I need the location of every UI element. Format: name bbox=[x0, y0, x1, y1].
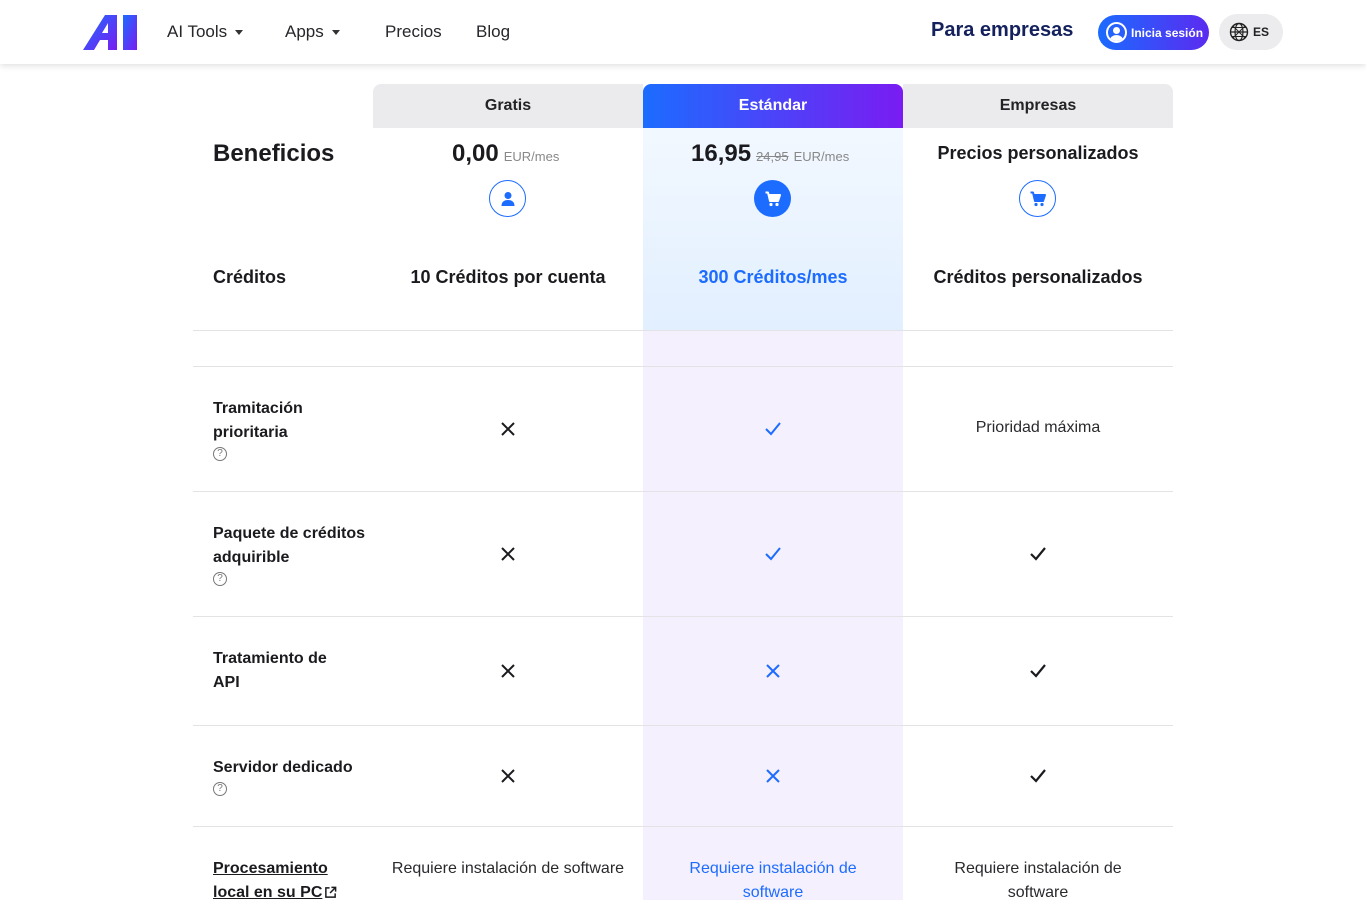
cross-icon bbox=[501, 547, 515, 561]
check-icon bbox=[765, 547, 781, 561]
feature-label-priority: Tramitación prioritaria ? bbox=[213, 397, 373, 461]
feature-label-dedicated-server: Servidor dedicado ? bbox=[213, 756, 373, 796]
price-gratis: 0,00 EUR/mes bbox=[452, 140, 559, 168]
price-estandar-unit: EUR/mes bbox=[793, 149, 850, 164]
feature-label-credit-pack-text: Paquete de créditos adquirible bbox=[213, 525, 366, 566]
feature-label-api: Tratamiento de API bbox=[213, 647, 373, 695]
nav-ai-tools-label: AI Tools bbox=[167, 22, 228, 41]
feature-label-priority-text: Tramitación prioritaria bbox=[213, 400, 303, 441]
credits-estandar: 300 Créditos/mes bbox=[698, 267, 848, 287]
check-icon bbox=[765, 422, 781, 436]
credits-empresas: Créditos personalizados bbox=[933, 267, 1143, 287]
check-icon bbox=[1030, 664, 1046, 678]
plan-header-gratis: Gratis bbox=[373, 84, 643, 128]
feature-label-api-text: Tratamiento de API bbox=[213, 650, 327, 691]
help-icon[interactable]: ? bbox=[213, 572, 227, 586]
cart-icon bbox=[1030, 191, 1046, 206]
feature-label-dedicated-server-text: Servidor dedicado bbox=[213, 759, 353, 776]
local-processing-link[interactable]: Procesamiento local en su PC bbox=[213, 857, 338, 900]
nav-precios-label: Precios bbox=[385, 22, 442, 41]
plan-header-estandar: Estándar bbox=[643, 84, 903, 128]
nav-blog-label: Blog bbox=[476, 22, 511, 41]
cross-icon bbox=[501, 664, 515, 678]
top-header: AI Tools Apps Precios Blog Para empresas… bbox=[0, 0, 1366, 64]
priority-empresas-text: Prioridad máxima bbox=[975, 419, 1101, 436]
standard-column-body bbox=[643, 330, 903, 900]
cross-icon bbox=[501, 422, 515, 436]
benefits-title: Beneficios bbox=[213, 140, 335, 167]
row-divider bbox=[193, 491, 1173, 492]
plan-gratis-user-icon[interactable] bbox=[489, 180, 526, 217]
user-icon bbox=[1106, 22, 1127, 43]
login-button[interactable]: Inicia sesión bbox=[1098, 15, 1209, 50]
language-code: ES bbox=[1253, 25, 1270, 39]
row-divider bbox=[193, 330, 1173, 331]
cart-icon bbox=[765, 191, 781, 206]
plan-estandar-cart-icon[interactable] bbox=[754, 180, 791, 217]
row-divider bbox=[193, 366, 1173, 367]
row-divider bbox=[193, 725, 1173, 726]
price-empresas: Precios personalizados bbox=[937, 143, 1139, 163]
feature-label-local-processing[interactable]: Procesamiento local en su PC bbox=[213, 857, 373, 900]
cross-icon bbox=[766, 664, 780, 678]
nav-apps-label: Apps bbox=[285, 22, 324, 41]
cross-icon bbox=[501, 769, 515, 783]
app-logo[interactable] bbox=[83, 15, 138, 50]
nav-ai-tools[interactable]: AI Tools bbox=[167, 21, 244, 43]
chevron-down-icon bbox=[331, 29, 340, 35]
row-divider bbox=[193, 616, 1173, 617]
local-estandar-text: Requiere instalación de software bbox=[689, 860, 857, 900]
credits-label: Créditos bbox=[213, 267, 287, 287]
globe-icon bbox=[1229, 22, 1249, 42]
row-divider bbox=[193, 826, 1173, 827]
cross-icon bbox=[766, 769, 780, 783]
login-label: Inicia sesión bbox=[1131, 25, 1204, 40]
chevron-down-icon bbox=[235, 29, 244, 35]
check-icon bbox=[1030, 547, 1046, 561]
external-link-icon[interactable] bbox=[324, 886, 337, 899]
nav-blog[interactable]: Blog bbox=[476, 21, 510, 43]
user-icon bbox=[501, 191, 514, 206]
plan-header-empresas: Empresas bbox=[903, 84, 1173, 128]
plan-empresas-cart-icon[interactable] bbox=[1019, 180, 1056, 217]
help-icon[interactable]: ? bbox=[213, 782, 227, 796]
nav-apps[interactable]: Apps bbox=[285, 21, 340, 43]
price-gratis-amount: 0,00 bbox=[452, 140, 499, 167]
price-estandar-old: 24,95 bbox=[756, 149, 789, 164]
nav-precios[interactable]: Precios bbox=[385, 21, 442, 43]
check-icon bbox=[1030, 769, 1046, 783]
price-estandar-amount: 16,95 bbox=[691, 140, 752, 167]
feature-label-credit-pack: Paquete de créditos adquirible ? bbox=[213, 522, 373, 586]
local-gratis-text: Requiere instalación de software bbox=[391, 860, 625, 877]
enterprise-link[interactable]: Para empresas bbox=[931, 19, 1073, 42]
local-empresas-text: Requiere instalación de software bbox=[954, 860, 1122, 900]
price-gratis-unit: EUR/mes bbox=[503, 149, 560, 164]
credits-gratis: 10 Créditos por cuenta bbox=[410, 267, 606, 287]
price-estandar: 16,95 24,95 EUR/mes bbox=[691, 140, 849, 168]
help-icon[interactable]: ? bbox=[213, 447, 227, 461]
language-selector[interactable]: ES bbox=[1219, 14, 1283, 50]
